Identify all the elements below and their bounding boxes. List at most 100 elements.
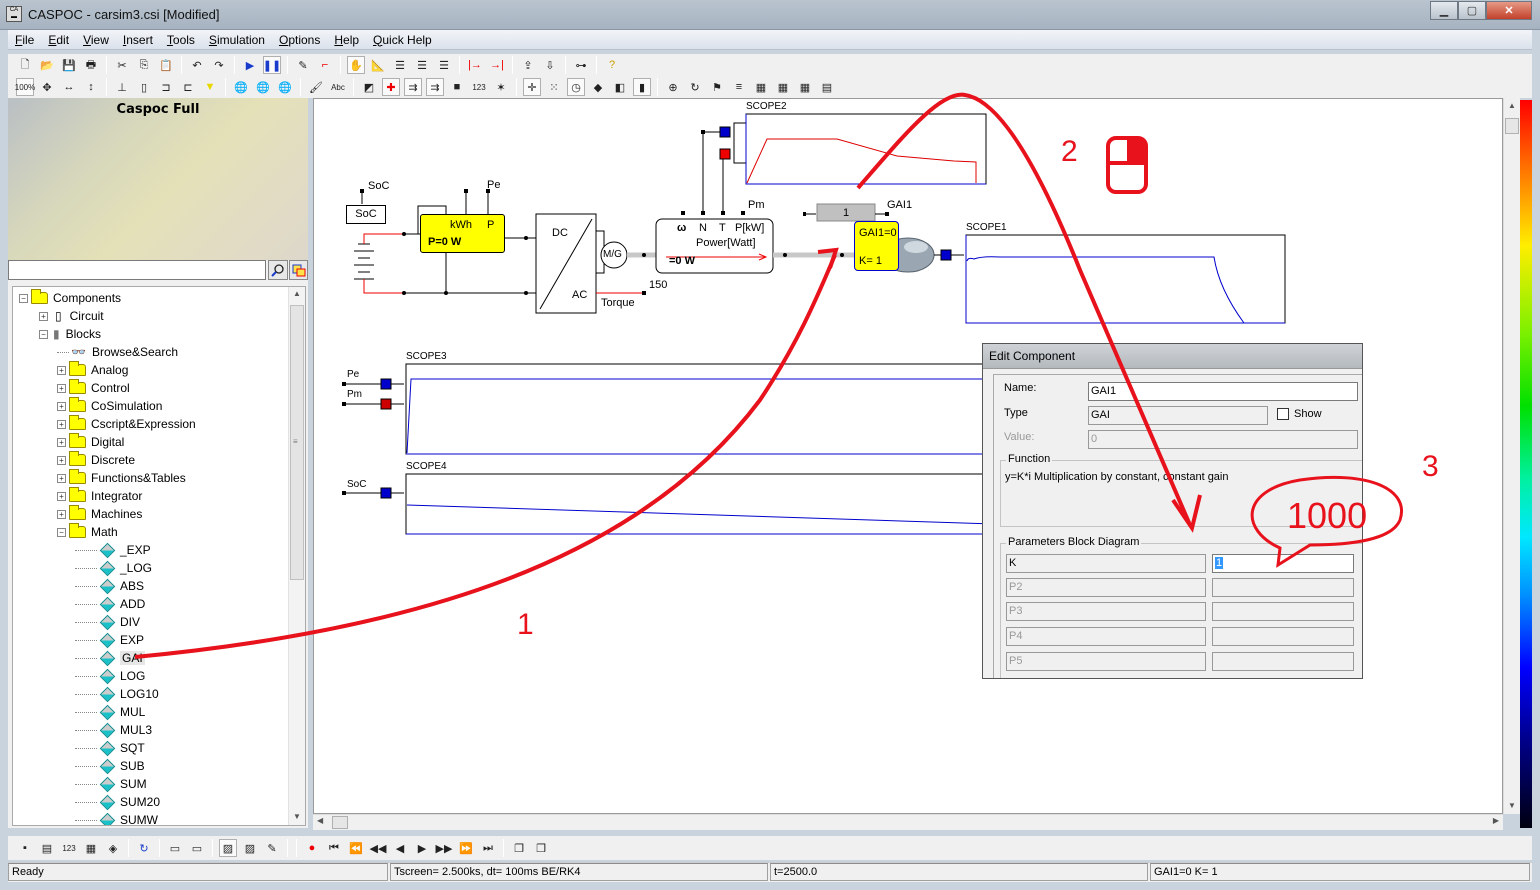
undo-icon[interactable]: ↶ bbox=[188, 56, 206, 74]
param-p2-input[interactable] bbox=[1212, 578, 1354, 597]
record-icon[interactable]: ● bbox=[303, 839, 321, 857]
energy-meter[interactable]: kWh P P=0 W bbox=[420, 214, 505, 253]
menu-insert[interactable]: Insert bbox=[116, 33, 160, 47]
wand-icon[interactable]: ✶ bbox=[492, 78, 510, 96]
wire-icon[interactable]: ⌐ bbox=[316, 56, 334, 74]
tree-item-log[interactable]: LOG bbox=[75, 667, 145, 685]
run-icon[interactable]: ▶ bbox=[241, 56, 259, 74]
ic-left-icon[interactable]: →| bbox=[488, 56, 506, 74]
new-icon[interactable]: 🗋 bbox=[16, 56, 34, 74]
menu-help[interactable]: Help bbox=[327, 33, 366, 47]
tree-item-cosimulation[interactable]: + CoSimulation bbox=[57, 397, 162, 415]
3d-icon[interactable]: ◩ bbox=[360, 78, 378, 96]
tree-item-sumw[interactable]: SUMW bbox=[75, 811, 158, 825]
number-icon[interactable]: 123 bbox=[470, 78, 488, 96]
tree-item-div[interactable]: DIV bbox=[75, 613, 140, 631]
cut-icon[interactable]: ✂ bbox=[113, 56, 131, 74]
menu-quick-help[interactable]: Quick Help bbox=[366, 33, 439, 47]
zoom-fit-icon[interactable]: ✥ bbox=[38, 78, 56, 96]
zoom-width-icon[interactable]: ↔ bbox=[60, 78, 78, 96]
tree-item-add[interactable]: ADD bbox=[75, 595, 145, 613]
expand-icon[interactable]: + bbox=[57, 509, 66, 519]
block-out-icon[interactable]: ⊏ bbox=[179, 78, 197, 96]
expand-icon[interactable]: + bbox=[57, 419, 66, 429]
back-icon[interactable]: ◀◀ bbox=[369, 839, 387, 857]
battery-icon[interactable] bbox=[354, 243, 374, 280]
scope4-input-soc[interactable] bbox=[380, 487, 392, 499]
center-icon[interactable]: ⊕ bbox=[664, 78, 682, 96]
scope1[interactable] bbox=[965, 234, 1286, 324]
canvas-vertical-scrollbar[interactable]: ▲ ▼ bbox=[1503, 98, 1520, 814]
expand-icon[interactable]: + bbox=[57, 437, 66, 447]
tree-item-mul[interactable]: MUL bbox=[75, 703, 145, 721]
chip-icon[interactable]: ◈ bbox=[104, 839, 122, 857]
sort-icon[interactable]: ≡ bbox=[730, 78, 748, 96]
help-icon[interactable]: ? bbox=[603, 56, 621, 74]
minimize-button[interactable]: ▁ bbox=[1430, 1, 1458, 20]
tree-item-sum20[interactable]: SUM20 bbox=[75, 793, 160, 811]
menu-options[interactable]: Options bbox=[272, 33, 327, 47]
list-icon[interactable]: ☰ bbox=[391, 56, 409, 74]
resistor-icon[interactable]: ▯ bbox=[135, 78, 153, 96]
canvas-vscroll-thumb[interactable] bbox=[1505, 118, 1519, 134]
collapse-icon[interactable]: − bbox=[19, 293, 28, 303]
menu-simulation[interactable]: Simulation bbox=[202, 33, 272, 47]
crosshair-icon[interactable]: ✛ bbox=[523, 78, 541, 96]
expand-icon[interactable]: + bbox=[57, 455, 66, 465]
tree-item-digital[interactable]: + Digital bbox=[57, 433, 124, 451]
zoom-height-icon[interactable]: ↕ bbox=[82, 78, 100, 96]
tree-item-sum[interactable]: SUM bbox=[75, 775, 147, 793]
tree-item--exp[interactable]: _EXP bbox=[75, 541, 151, 559]
window2-icon[interactable]: ▭ bbox=[188, 839, 206, 857]
gain-display[interactable]: GAI1=0 K= 1 bbox=[854, 221, 899, 271]
param-p4-input[interactable] bbox=[1212, 627, 1354, 646]
fast-forward-icon[interactable]: ⏩ bbox=[457, 839, 475, 857]
rotate-icon[interactable]: ↻ bbox=[686, 78, 704, 96]
scope2-input-2[interactable] bbox=[719, 148, 731, 160]
caspoc-app-icon[interactable]: CA ▬ bbox=[6, 6, 22, 22]
expand-icon[interactable]: + bbox=[39, 311, 48, 321]
wire-color-icon[interactable]: ⇉ bbox=[426, 78, 444, 96]
paste-icon[interactable]: 📋 bbox=[157, 56, 175, 74]
tree-item-gai[interactable]: GAI bbox=[75, 649, 145, 667]
layout-icon[interactable]: ▦ bbox=[82, 839, 100, 857]
display-123-icon[interactable]: 123 bbox=[60, 839, 78, 857]
hand-icon[interactable]: ✋ bbox=[347, 56, 365, 74]
tree-item-functions-tables[interactable]: + Functions&Tables bbox=[57, 469, 186, 487]
scope2[interactable] bbox=[745, 113, 987, 185]
collapse-icon[interactable]: − bbox=[57, 527, 66, 537]
tree-item-browse-search[interactable]: 👓 Browse&Search bbox=[57, 343, 178, 361]
menu-edit[interactable]: Edit bbox=[41, 33, 76, 47]
window-icon[interactable]: ▭ bbox=[166, 839, 184, 857]
tree-item-math[interactable]: − Math bbox=[57, 523, 118, 541]
expand-icon[interactable]: + bbox=[57, 473, 66, 483]
chip-h-icon[interactable]: ▦ bbox=[796, 78, 814, 96]
show-checkbox[interactable] bbox=[1277, 408, 1289, 420]
grid-icon[interactable]: ⁙ bbox=[545, 78, 563, 96]
param-k-input[interactable]: 1 bbox=[1212, 554, 1354, 573]
globe2-icon[interactable]: 🌐 bbox=[254, 78, 272, 96]
paint-icon[interactable]: 🖌 bbox=[307, 78, 325, 96]
library-filter-button[interactable] bbox=[289, 260, 308, 280]
node-icon[interactable]: ✚ bbox=[382, 78, 400, 96]
cascade-icon[interactable]: ❐ bbox=[510, 839, 528, 857]
ic-right-icon[interactable]: |→ bbox=[466, 56, 484, 74]
draw-icon[interactable]: 📐 bbox=[369, 56, 387, 74]
probe-icon[interactable]: ▼ bbox=[201, 78, 219, 96]
tree-item-abs[interactable]: ABS bbox=[75, 577, 144, 595]
text-icon[interactable]: Abc bbox=[329, 78, 347, 96]
step-back-icon[interactable]: ◀ bbox=[391, 839, 409, 857]
menu-file[interactable]: File bbox=[8, 33, 41, 47]
param-p5-input[interactable] bbox=[1212, 652, 1354, 671]
globe3-icon[interactable]: 🌐 bbox=[276, 78, 294, 96]
tree-item-analog[interactable]: + Analog bbox=[57, 361, 128, 379]
tile-icon[interactable]: ❒ bbox=[532, 839, 550, 857]
tree-item-machines[interactable]: + Machines bbox=[57, 505, 142, 523]
tree-item-exp[interactable]: EXP bbox=[75, 631, 144, 649]
maximize-button[interactable]: ▢ bbox=[1458, 1, 1486, 20]
last-icon[interactable]: ⏭ bbox=[479, 839, 497, 857]
block-probe-icon[interactable]: ■ bbox=[448, 78, 466, 96]
print-icon[interactable]: 🖶 bbox=[82, 56, 100, 74]
edit-scope-icon[interactable]: ✎ bbox=[263, 839, 281, 857]
save-icon[interactable]: 💾 bbox=[60, 56, 78, 74]
